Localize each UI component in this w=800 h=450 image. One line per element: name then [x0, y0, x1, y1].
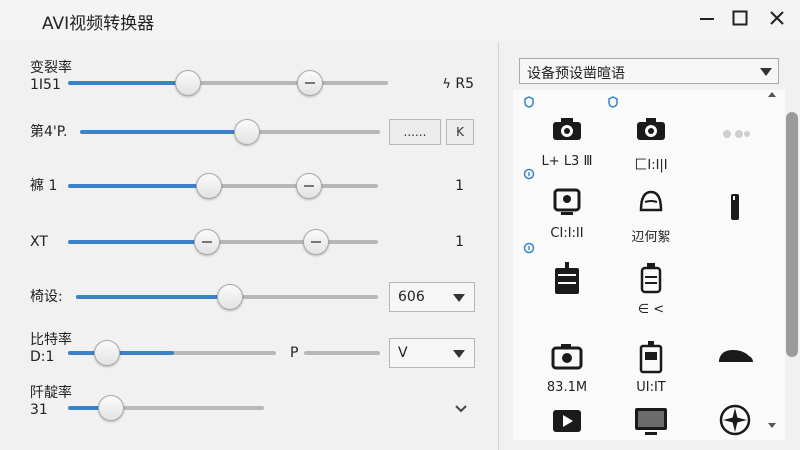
app-window: AVI视频转换器 变裂率 1I51 ϟ R5 第4'P. ...... K 褯 … [0, 0, 800, 450]
preset-item[interactable]: 辺何絮 [609, 172, 689, 252]
close-button[interactable] [762, 4, 792, 32]
preset-item[interactable] [693, 248, 773, 328]
camera-icon [637, 118, 665, 140]
preset-panel: 设备预设凿暄语 L+ L3 Ⅲ 匚I:I|I CI:I:II 辺何絮 ∈ < 8… [498, 42, 800, 450]
framerate-readout: ϟ R5 [442, 76, 474, 92]
flash-icon: ϟ [442, 77, 451, 92]
slider-thumb-secondary[interactable] [297, 70, 323, 96]
chevron-down-icon [453, 294, 465, 302]
preset-item[interactable] [525, 390, 605, 440]
preset-slider[interactable] [76, 284, 378, 310]
framerate-label: 变裂率 [30, 60, 72, 76]
xt-label: XT [30, 234, 48, 250]
preset-item[interactable] [693, 172, 773, 252]
bitrate-select[interactable]: V [389, 338, 475, 368]
bitrate-value: D:1 [30, 349, 55, 365]
slider-fill [76, 295, 226, 299]
samplerate-slider[interactable] [68, 395, 264, 421]
bitrate-select-value: V [398, 345, 408, 361]
slider-fill [68, 351, 174, 355]
slider-thumb-secondary[interactable] [303, 229, 329, 255]
maximize-button[interactable] [725, 4, 755, 32]
preset-item-label: ∈ < [637, 302, 665, 317]
preset-item[interactable] [693, 100, 773, 180]
slider-thumb[interactable] [94, 340, 120, 366]
preset-item-label: CI:I:II [550, 226, 584, 241]
slider-fill [80, 130, 250, 134]
bell-icon [639, 190, 663, 212]
maximize-icon [732, 10, 748, 26]
more-options-button[interactable]: ...... [389, 119, 441, 145]
slider-thumb[interactable] [217, 284, 243, 310]
resolution-select-value: 606 [398, 289, 425, 305]
mixer-icon [555, 262, 579, 294]
codec-label: 第4'P. [30, 124, 68, 140]
bitrate-slider[interactable] [68, 340, 276, 366]
bitrate-mid-label: P [290, 345, 299, 361]
slider-thumb-secondary[interactable] [296, 173, 322, 199]
scroll-down-arrow[interactable] [767, 422, 777, 430]
scroll-up-arrow[interactable] [767, 90, 777, 98]
video-icon [553, 410, 581, 432]
bitrate-slider-secondary[interactable] [304, 343, 380, 363]
preset-grid: L+ L3 Ⅲ 匚I:I|I CI:I:II 辺何絮 ∈ < 83.1M UI:… [513, 90, 785, 440]
device-preset-dropdown[interactable]: 设备预设凿暄语 [519, 58, 779, 84]
framerate-slider[interactable] [68, 70, 388, 96]
monitor-icon [553, 188, 581, 215]
tv-icon [635, 408, 667, 435]
window-title: AVI视频转换器 [42, 14, 155, 34]
codec-slider[interactable] [80, 119, 380, 145]
ellipsis-icon [723, 130, 750, 138]
channel-label: 褯 1 [30, 178, 58, 194]
xt-value: 1 [455, 234, 464, 250]
preset-item[interactable] [693, 390, 773, 440]
close-icon [770, 11, 784, 25]
camera-icon [551, 344, 583, 370]
slider-track [304, 351, 380, 355]
minimize-button[interactable] [692, 4, 722, 32]
slider-fill [68, 81, 188, 85]
slider-thumb[interactable] [234, 119, 260, 145]
slider-thumb[interactable] [175, 70, 201, 96]
slider-thumb[interactable] [194, 229, 220, 255]
title-bar: AVI视频转换器 [0, 0, 800, 40]
channel-slider[interactable] [68, 173, 378, 199]
framerate-value: 1I51 [30, 77, 61, 93]
channel-value: 1 [455, 178, 464, 194]
preset-item[interactable]: ∈ < [609, 248, 689, 328]
samplerate-value: 31 [30, 402, 48, 418]
preset-item-label: 辺何絮 [631, 230, 671, 245]
car-icon [719, 350, 753, 362]
resolution-select[interactable]: 606 [389, 282, 475, 312]
camera-icon [553, 118, 581, 140]
phone-icon [731, 194, 739, 220]
device-preset-dropdown-label: 设备预设凿暄语 [527, 66, 625, 82]
chevron-down-icon [760, 68, 772, 76]
preset-item-label: L+ L3 Ⅲ [541, 154, 593, 169]
minimize-icon [700, 18, 714, 20]
bitrate-label: 比特率 [30, 332, 72, 348]
preset-item[interactable] [525, 248, 605, 328]
blank-icon [715, 258, 755, 298]
chevron-down-icon [453, 350, 465, 358]
preset-item-label: 匚I:I|I [634, 158, 668, 173]
slider-fill [68, 240, 203, 244]
settings-panel: 变裂率 1I51 ϟ R5 第4'P. ...... K 褯 1 1 XT 1 … [0, 42, 492, 450]
samplerate-label: 阡靛率 [30, 385, 72, 401]
preset-item[interactable]: CI:I:II [525, 172, 605, 252]
battery-icon [639, 341, 663, 374]
ok-button[interactable]: K [446, 119, 474, 145]
slider-fill [68, 184, 208, 188]
preset-label: 椅设: [30, 289, 63, 305]
preset-scrollbar[interactable] [786, 112, 798, 357]
slider-thumb[interactable] [98, 395, 124, 421]
preset-item[interactable]: L+ L3 Ⅲ [525, 100, 605, 180]
preset-item[interactable] [609, 390, 689, 440]
preset-item[interactable]: 匚I:I|I [609, 100, 689, 180]
player-icon [640, 263, 662, 294]
expand-icon[interactable] [453, 400, 469, 413]
slider-thumb[interactable] [196, 173, 222, 199]
compass-icon [719, 404, 751, 436]
xt-slider[interactable] [68, 229, 378, 255]
